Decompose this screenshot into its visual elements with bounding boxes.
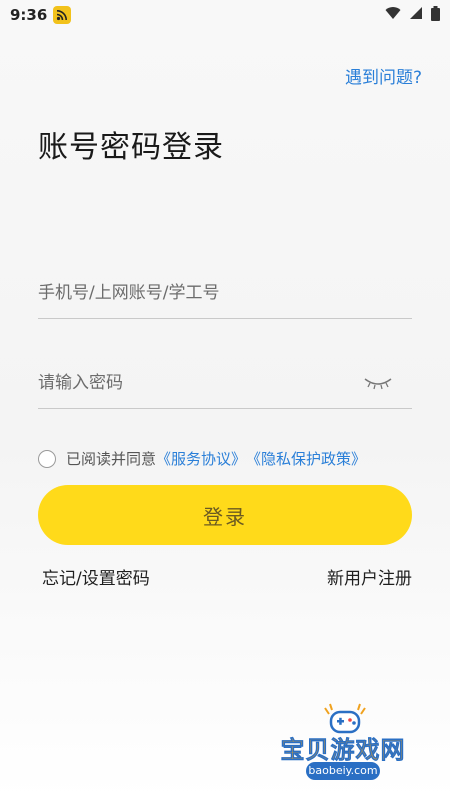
privacy-policy-link[interactable]: 《隐私保护政策》 [246,448,366,469]
help-link[interactable]: 遇到问题? [345,63,422,88]
agreement-text: 已阅读并同意 [66,450,157,468]
rss-notification-icon [53,6,72,24]
agreement-row: 已阅读并同意 《服务协议》 《隐私保护政策》 [38,448,418,469]
watermark-url: baobeiy.com [306,762,380,780]
forgot-password-link[interactable]: 忘记/设置密码 [42,564,150,589]
watermark-logo: 宝贝游戏网 baobeiy.com [268,702,418,784]
signal-icon [409,6,423,24]
status-right [385,5,440,25]
battery-icon [431,5,440,25]
watermark-title: 宝贝游戏网 [280,736,406,765]
account-field [38,268,412,319]
password-field [38,358,412,409]
status-left: 9:36 [10,6,72,24]
agreement-checkbox[interactable] [38,449,56,468]
wifi-icon [385,6,401,24]
status-bar: 9:36 [0,0,450,30]
password-input[interactable] [38,363,360,403]
service-agreement-link[interactable]: 《服务协议》 [156,448,246,469]
page-title: 账号密码登录 [38,130,224,165]
status-time: 9:36 [10,6,48,24]
eye-closed-icon[interactable] [360,371,396,395]
account-input[interactable] [38,273,412,313]
login-button[interactable]: 登录 [38,485,412,545]
register-link[interactable]: 新用户注册 [327,564,412,589]
